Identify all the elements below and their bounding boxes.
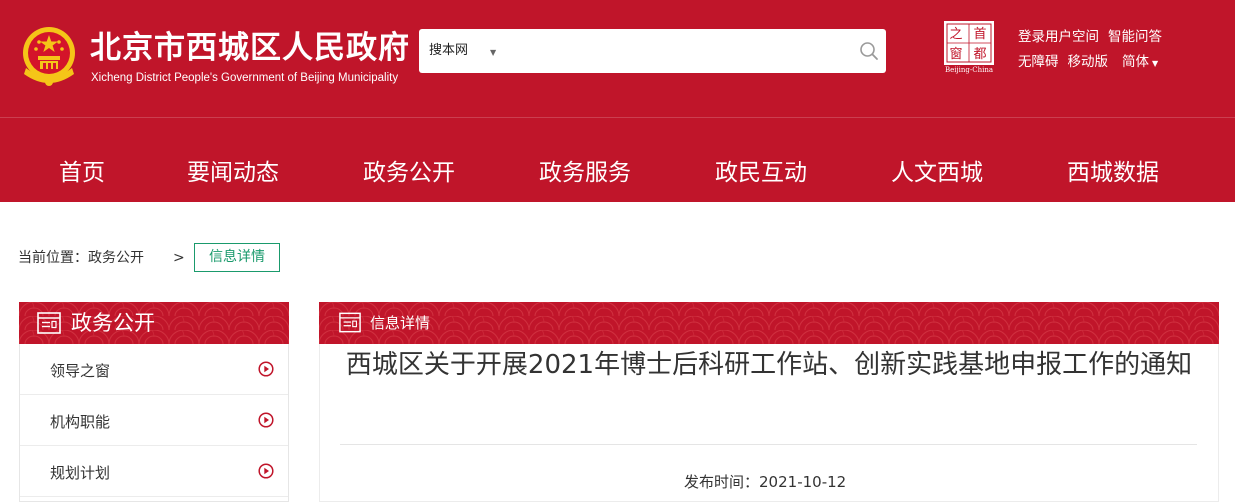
- sidebar-item-plans[interactable]: 规划计划: [20, 446, 288, 497]
- badge-char: 窗: [949, 46, 962, 62]
- badge-caption: Beijing-China: [944, 66, 994, 74]
- nav-item-gov-open[interactable]: 政务公开: [363, 158, 455, 188]
- nav-item-home[interactable]: 首页: [59, 158, 105, 188]
- title-divider: [340, 444, 1197, 445]
- breadcrumb: 当前位置：政务公开: [18, 248, 144, 268]
- nav-item-data[interactable]: 西城数据: [1067, 158, 1159, 188]
- top-links-row2: 无障碍 移动版 简体 ▼: [1018, 50, 1167, 70]
- publish-date: 2021-10-12: [759, 473, 847, 491]
- mobile-version-link[interactable]: 移动版: [1068, 54, 1109, 70]
- language-select[interactable]: 简体 ▼: [1122, 54, 1158, 70]
- search-box: 搜本网 ▼: [419, 29, 886, 73]
- nav-item-culture[interactable]: 人文西城: [891, 158, 983, 188]
- document-list-icon: [339, 312, 361, 333]
- login-user-space-link[interactable]: 登录用户空间: [1018, 29, 1099, 45]
- search-icon[interactable]: [856, 38, 882, 64]
- site-header: 北京市西城区人民政府 Xicheng District People's Gov…: [0, 0, 1235, 202]
- breadcrumb-prefix: 当前位置：: [18, 250, 88, 266]
- language-label: 简体: [1122, 54, 1149, 70]
- badge-characters: 之 首 窗 都: [949, 27, 986, 62]
- breadcrumb-parent-link[interactable]: 政务公开: [88, 250, 144, 266]
- badge-char: 之: [949, 27, 962, 42]
- sidebar-item-functions[interactable]: 机构职能: [20, 395, 288, 446]
- arrow-right-circle-icon: [258, 412, 274, 428]
- nav-item-services[interactable]: 政务服务: [539, 158, 631, 188]
- nav-item-interaction[interactable]: 政民互动: [715, 158, 807, 188]
- main-nav: 首页 要闻动态 政务公开 政务服务 政民互动 人文西城 西城数据: [0, 118, 1235, 202]
- search-scope-select[interactable]: 搜本网: [429, 29, 468, 73]
- sidebar-title: 政务公开: [71, 311, 155, 335]
- search-input[interactable]: [514, 37, 844, 65]
- sidebar-item-leaders[interactable]: 领导之窗: [20, 344, 288, 395]
- wave-pattern: [319, 302, 1219, 344]
- article-title: 西城区关于开展2021年博士后科研工作站、创新实践基地申报工作的通知: [345, 350, 1193, 380]
- smart-qa-link[interactable]: 智能问答: [1108, 29, 1162, 45]
- sidebar-header: 政务公开: [19, 302, 289, 344]
- content-header: 信息详情: [319, 302, 1219, 344]
- arrow-right-circle-icon: [258, 361, 274, 377]
- chevron-down-icon: ▼: [1152, 59, 1159, 68]
- sidebar-item-label: 领导之窗: [50, 362, 111, 380]
- publish-label: 发布时间：: [684, 473, 760, 491]
- arrow-right-circle-icon: [258, 463, 274, 479]
- sidebar-item-label: 机构职能: [50, 413, 111, 431]
- sidebar-item-label: 规划计划: [50, 464, 111, 482]
- badge-char: 首: [973, 27, 986, 42]
- nav-item-news[interactable]: 要闻动态: [187, 158, 279, 188]
- chevron-down-icon[interactable]: ▼: [490, 48, 496, 57]
- accessibility-link[interactable]: 无障碍: [1018, 54, 1059, 70]
- site-title[interactable]: 北京市西城区人民政府: [90, 28, 410, 68]
- national-emblem-icon[interactable]: [18, 24, 80, 88]
- breadcrumb-current: 信息详情: [194, 243, 280, 272]
- site-subtitle: Xicheng District People's Government of …: [91, 72, 399, 84]
- top-links-row1: 登录用户空间 智能问答: [1018, 25, 1171, 45]
- content-header-title: 信息详情: [370, 314, 431, 332]
- badge-char: 都: [973, 47, 986, 62]
- document-list-icon: [37, 312, 61, 334]
- breadcrumb-separator: >: [173, 250, 185, 266]
